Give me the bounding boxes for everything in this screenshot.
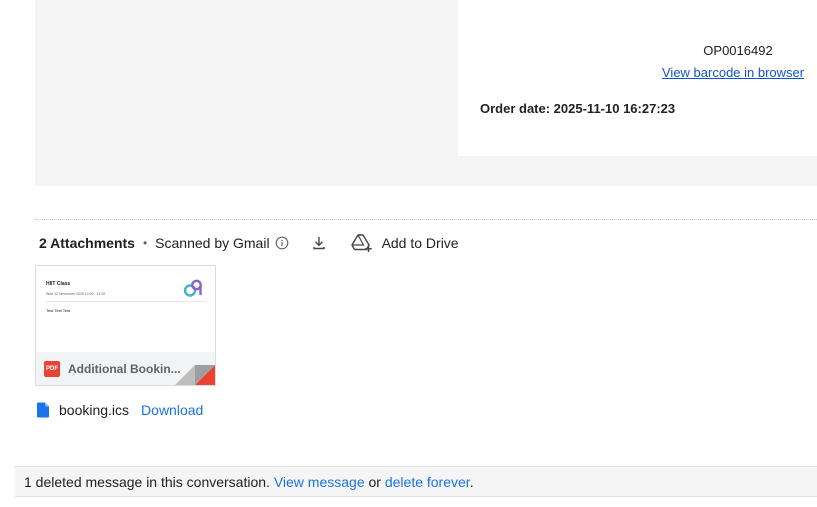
add-to-drive-button[interactable]: Add to Drive — [350, 233, 459, 253]
email-body-panel: OP0016492 View barcode in browser Order … — [35, 0, 817, 186]
pdf-icon: PDF — [44, 360, 60, 377]
view-barcode-link[interactable]: View barcode in browser — [662, 65, 804, 80]
page-fold-icon — [175, 365, 215, 385]
thumbnail-title: HIIT Class — [46, 281, 71, 287]
attachment-thumbnail: HIIT Class Wed 12 November 2025 10:00 - … — [36, 266, 215, 352]
file-icon — [37, 402, 49, 418]
thumbnail-divider — [46, 301, 206, 302]
ics-download-link[interactable]: Download — [141, 402, 203, 418]
delete-forever-link[interactable]: delete forever — [385, 474, 470, 490]
attachments-count: 2 Attachments — [39, 235, 135, 251]
thumbnail-body: Test Test Test — [46, 308, 71, 313]
info-icon[interactable] — [275, 236, 289, 250]
email-view: OP0016492 View barcode in browser Order … — [0, 0, 817, 507]
attachments-header: 2 Attachments • Scanned by Gmail Add to … — [39, 233, 459, 253]
view-message-link[interactable]: View message — [274, 474, 365, 490]
ics-file-name: booking.ics — [59, 402, 130, 418]
attachment-file-name: Additional Bookin... — [68, 361, 181, 376]
or-text: or — [364, 473, 385, 490]
brand-logo-icon — [183, 279, 202, 297]
scanned-by-gmail-label: Scanned by Gmail — [155, 235, 270, 251]
thumbnail-subtitle: Wed 12 November 2025 10:00 - 11:00 — [46, 292, 106, 296]
deleted-message-notice: 1 deleted message in this conversation. … — [15, 466, 817, 497]
drive-add-icon — [350, 234, 372, 252]
ics-attachment-row: booking.ics Download — [36, 400, 203, 420]
attachment-card-pdf[interactable]: HIIT Class Wed 12 November 2025 10:00 - … — [35, 265, 216, 386]
order-card: OP0016492 View barcode in browser Order … — [458, 0, 817, 156]
attachments-divider — [35, 219, 817, 220]
period-text: . — [469, 473, 474, 490]
download-all-icon[interactable] — [311, 235, 327, 251]
add-to-drive-label: Add to Drive — [381, 235, 459, 251]
order-number: OP0016492 — [703, 43, 773, 58]
order-date: Order date: 2025-11-10 16:27:23 — [480, 101, 676, 116]
deleted-notice-text: 1 deleted message in this conversation. — [24, 473, 274, 490]
separator-dot: • — [142, 236, 148, 250]
